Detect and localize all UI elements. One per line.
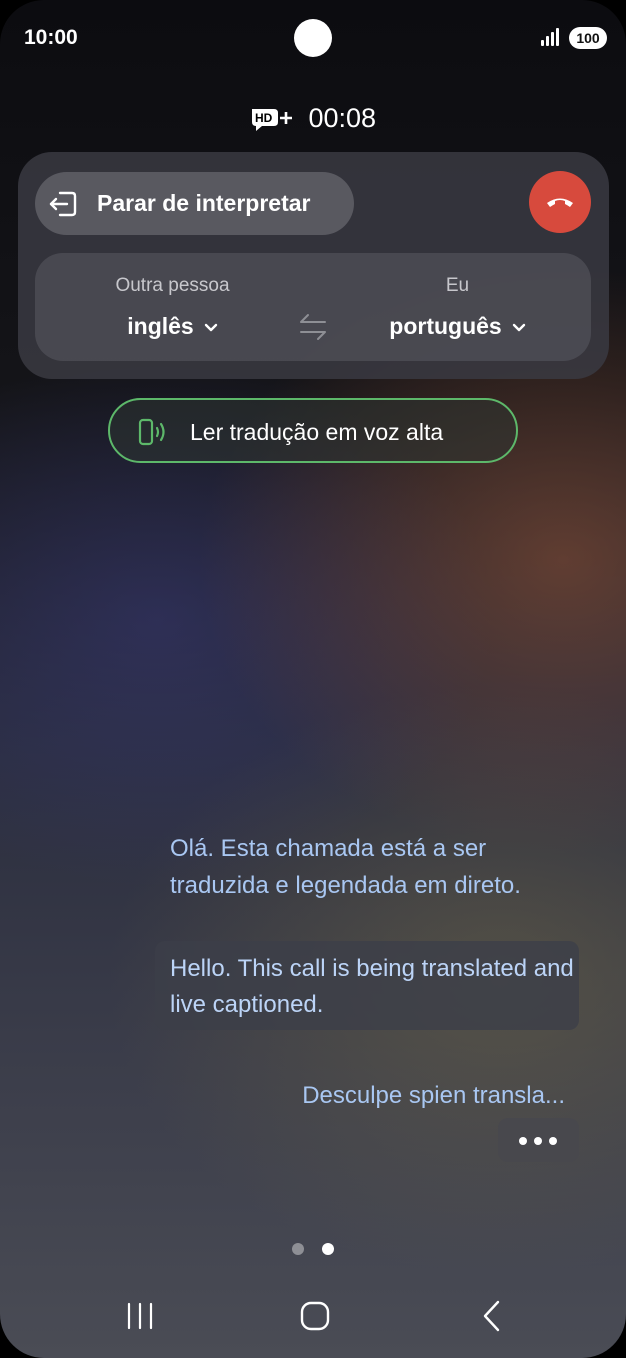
hd-plus-icon: HD — [251, 108, 292, 131]
interpreter-panel: Parar de interpretar Outra pessoa inglês… — [18, 152, 609, 379]
chevron-down-icon — [512, 323, 525, 332]
status-time: 10:00 — [24, 26, 78, 49]
more-button[interactable] — [498, 1118, 579, 1162]
language-selector: Outra pessoa inglês Eu português — [35, 253, 591, 361]
back-icon — [483, 1300, 500, 1332]
signal-icon — [541, 28, 563, 46]
caption-original-text: Olá. Esta chamada está a ser traduzida e… — [170, 835, 521, 899]
stop-interpreting-button[interactable]: Parar de interpretar — [35, 172, 354, 235]
battery-indicator: 100 — [569, 27, 607, 49]
home-button[interactable] — [285, 1291, 345, 1341]
my-language: Eu português — [360, 253, 555, 361]
other-person-label: Outra pessoa — [115, 275, 230, 296]
recent-apps-icon — [127, 1302, 153, 1330]
call-screen: 10:00 100 HD 00:08 Parar de interpretar — [0, 0, 626, 1358]
page-indicator-1[interactable] — [292, 1243, 304, 1255]
back-button[interactable] — [460, 1291, 520, 1341]
exit-icon — [49, 191, 77, 217]
read-translation-aloud-button[interactable]: Ler tradução em voz alta — [108, 398, 518, 463]
more-icon — [519, 1137, 527, 1145]
chevron-down-icon — [204, 323, 217, 332]
other-person-language-value: inglês — [127, 313, 194, 339]
end-call-icon — [547, 198, 573, 207]
other-person-language: Outra pessoa inglês — [75, 253, 270, 361]
recent-apps-button[interactable] — [110, 1291, 170, 1341]
caption-pending-text: Desculpe spien transla... — [302, 1082, 565, 1109]
my-language-dropdown[interactable]: português — [360, 313, 555, 340]
swap-icon[interactable] — [298, 313, 328, 341]
me-label: Eu — [445, 275, 470, 296]
page-indicator-2[interactable] — [322, 1243, 334, 1255]
stop-interpreting-label: Parar de interpretar — [97, 190, 311, 216]
my-language-value: português — [389, 313, 502, 339]
speaker-phone-icon — [138, 418, 165, 446]
end-call-button[interactable] — [529, 171, 591, 233]
caption-translated-text: Hello. This call is being translated and… — [155, 941, 579, 1030]
front-camera — [294, 19, 332, 57]
home-icon — [300, 1301, 330, 1331]
svg-text:HD: HD — [255, 111, 273, 125]
read-translation-aloud-label: Ler tradução em voz alta — [190, 419, 444, 445]
other-person-language-dropdown[interactable]: inglês — [75, 313, 270, 340]
call-timer: 00:08 — [308, 103, 377, 133]
call-header: HD 00:08 — [0, 103, 626, 134]
